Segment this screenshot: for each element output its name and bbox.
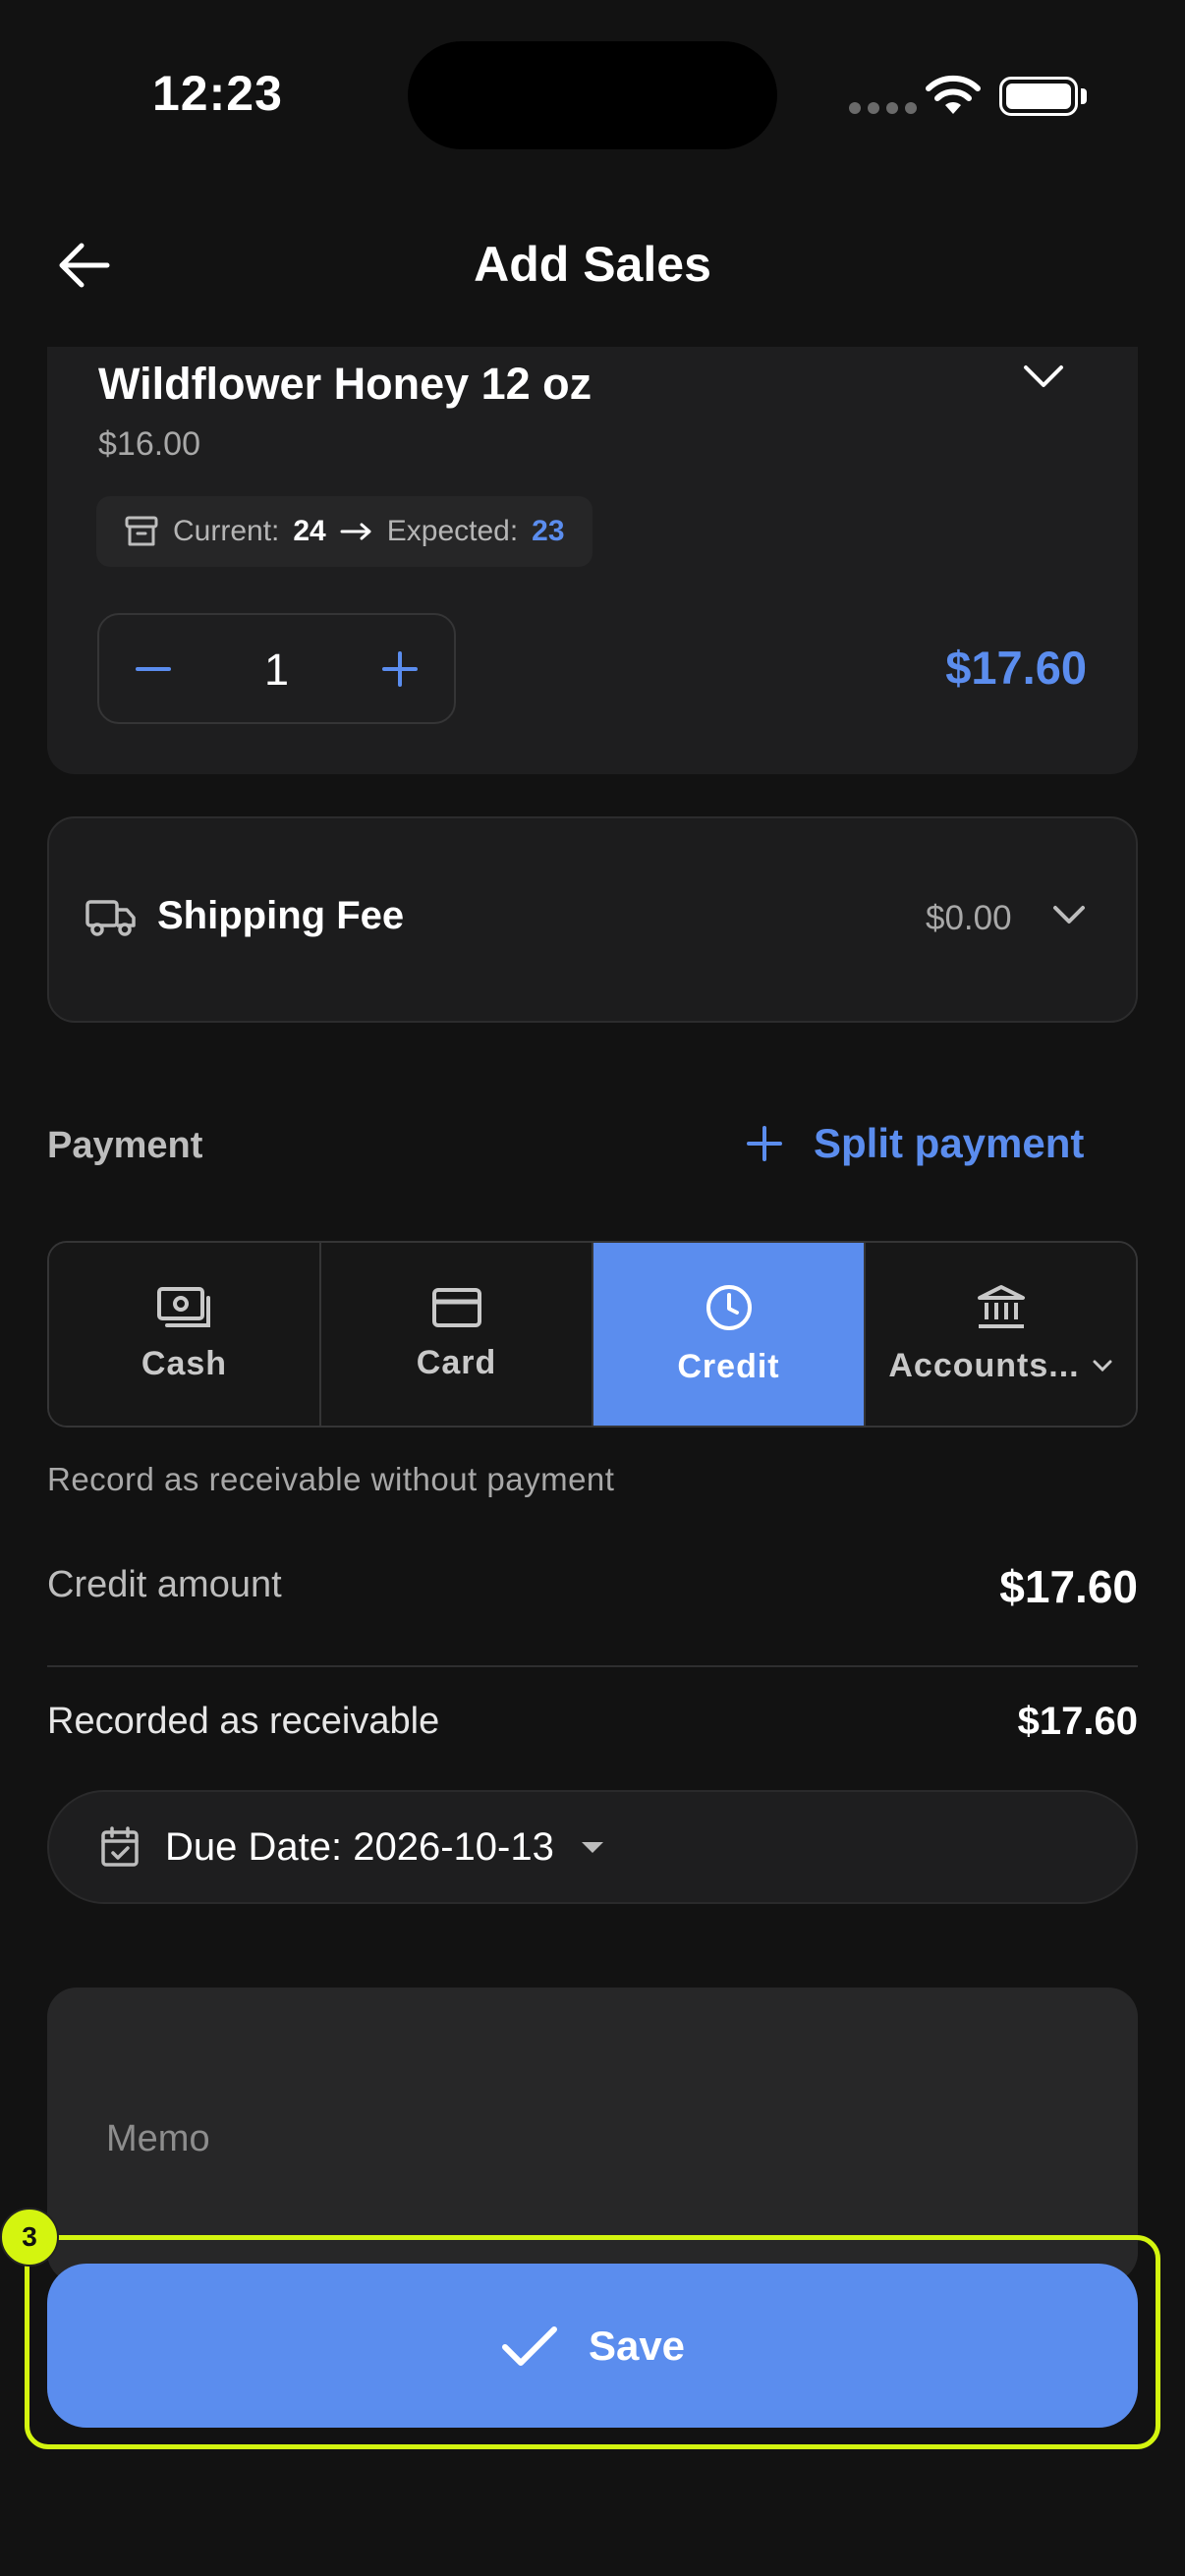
split-payment-button[interactable]: Split payment [745,1120,1084,1167]
save-label: Save [588,2322,686,2369]
chevron-down-icon [1051,902,1087,932]
stock-expected: 23 [532,515,565,547]
increment-button[interactable] [351,615,449,722]
product-name: Wildflower Honey 12 oz [98,359,592,409]
stock-current-label: Current: [173,515,280,547]
stock-chip: Current: 24 Expected: 23 [96,496,592,567]
receivable-value: $17.60 [1017,1700,1138,1743]
due-date-picker[interactable]: Due Date: 2026-10-13 [47,1790,1138,1904]
minus-icon [136,666,171,671]
calendar-icon [101,1826,139,1867]
dynamic-island [408,41,777,149]
payment-method-tabs: Cash Card Credit Accounts... [47,1241,1138,1428]
bank-icon [977,1284,1025,1328]
tab-cash[interactable]: Cash [49,1243,321,1426]
memo-placeholder: Memo [106,2118,210,2159]
divider [47,1665,1138,1667]
save-button[interactable]: Save [47,2264,1138,2428]
tab-credit[interactable]: Credit [593,1243,866,1426]
line-total: $17.60 [945,642,1087,694]
payment-hint: Record as receivable without payment [47,1461,615,1497]
signal-icon [849,102,917,114]
clock-icon [705,1284,752,1330]
arrow-right-icon [340,523,371,540]
product-price: $16.00 [98,425,200,463]
stock-expected-label: Expected: [386,515,519,547]
payment-title: Payment [47,1125,203,1166]
due-date-value: Due Date: 2026-10-13 [165,1824,554,1869]
step-badge: 3 [0,2208,59,2267]
quantity-stepper: 1 [97,613,456,724]
credit-amount-label: Credit amount [47,1564,282,1605]
check-icon [501,2325,557,2366]
chevron-down-icon[interactable] [1022,362,1065,396]
status-time: 12:23 [152,66,283,121]
stock-current: 24 [293,515,326,547]
battery-icon [999,77,1078,116]
quantity-value[interactable]: 1 [198,644,356,696]
page-title: Add Sales [474,237,711,292]
tab-cash-label: Cash [141,1344,228,1382]
truck-icon [85,898,137,942]
shipping-fee-value: $0.00 [926,899,1012,937]
tab-card-label: Card [416,1343,497,1381]
tab-credit-label: Credit [677,1347,780,1385]
wifi-icon [924,75,983,123]
cash-icon [156,1286,210,1327]
memo-field[interactable] [47,1988,1138,2282]
decrement-button[interactable] [104,615,202,722]
receivable-label: Recorded as receivable [47,1701,440,1742]
plus-icon [382,650,418,687]
credit-amount-value: $17.60 [999,1561,1138,1612]
caret-down-icon [581,1842,603,1853]
tab-accounts-label: Accounts... [888,1346,1080,1384]
chevron-down-icon [1093,1360,1112,1372]
battery-cap [1081,88,1087,104]
archive-icon [125,516,158,546]
split-payment-label: Split payment [814,1120,1085,1166]
tab-card[interactable]: Card [321,1243,593,1426]
plus-icon [747,1126,782,1161]
tab-accounts[interactable]: Accounts... [866,1243,1136,1426]
card-icon [431,1287,481,1327]
shipping-fee-label: Shipping Fee [157,894,405,937]
